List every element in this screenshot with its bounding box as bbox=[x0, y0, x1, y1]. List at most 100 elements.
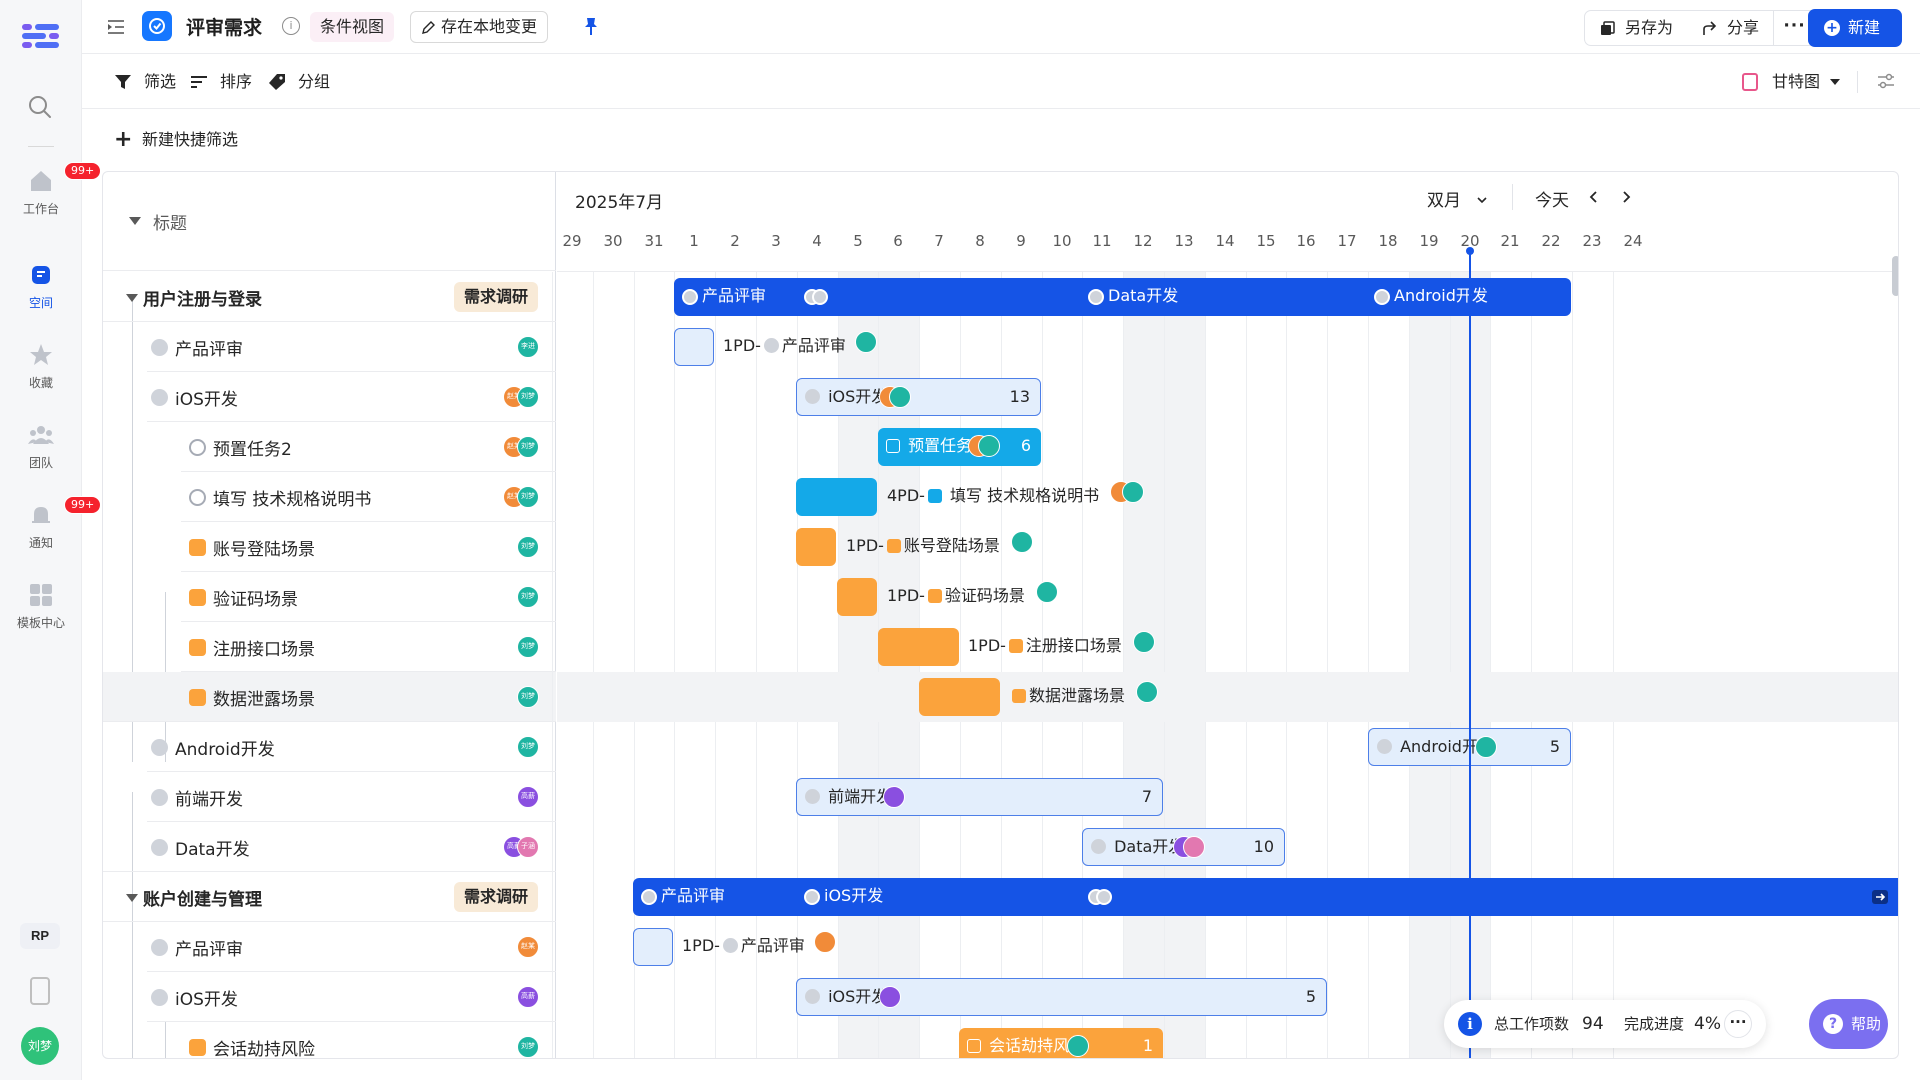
table-row[interactable]: iOS开发 高薪 bbox=[103, 972, 556, 1022]
info-icon[interactable]: i bbox=[282, 17, 300, 35]
avatar[interactable]: 刘梦 bbox=[517, 686, 539, 708]
avatar[interactable]: 高薪 bbox=[517, 986, 539, 1008]
task-bar[interactable]: iOS开发 13 bbox=[796, 378, 1041, 416]
new-item-button[interactable]: + 新建 bbox=[1808, 9, 1902, 47]
task-bar[interactable]: 会话劫持风险 1 bbox=[959, 1028, 1163, 1058]
task-bar[interactable] bbox=[796, 478, 877, 516]
avatar[interactable]: 刘梦 bbox=[517, 536, 539, 558]
status-icon[interactable] bbox=[151, 339, 168, 356]
collapse-group-icon[interactable] bbox=[126, 294, 138, 302]
status-icon[interactable] bbox=[151, 939, 168, 956]
avatar[interactable]: 赵某 bbox=[517, 936, 539, 958]
rail-item-templates[interactable]: 模板中心 bbox=[0, 582, 82, 631]
mobile-icon[interactable] bbox=[30, 977, 50, 1005]
total-items-value: 94 bbox=[1582, 1014, 1604, 1034]
avatar[interactable]: 高薪 bbox=[517, 786, 539, 808]
view-type-tag[interactable]: 条件视图 bbox=[310, 12, 395, 42]
pin-icon[interactable] bbox=[582, 16, 600, 36]
help-button[interactable]: ? 帮助 bbox=[1809, 999, 1888, 1049]
task-bar[interactable]: iOS开发 5 bbox=[796, 978, 1327, 1016]
share-button[interactable]: 分享 bbox=[1687, 11, 1773, 45]
status-icon[interactable] bbox=[189, 489, 206, 506]
group-button[interactable]: 分组 bbox=[268, 69, 330, 95]
search-icon[interactable] bbox=[27, 94, 53, 120]
status-icon[interactable] bbox=[151, 839, 168, 856]
avatar[interactable]: 刘梦 bbox=[517, 736, 539, 758]
group-summary-bar[interactable]: 产品评审 Data开发 Android开发 bbox=[674, 278, 1571, 316]
rail-item-space[interactable]: 空间 bbox=[0, 262, 82, 311]
status-icon[interactable] bbox=[189, 1039, 206, 1056]
avatar[interactable]: 刘梦 bbox=[517, 436, 539, 458]
avatar[interactable]: 李进 bbox=[517, 336, 539, 358]
predecessor-code: 1PD- bbox=[968, 636, 1006, 655]
table-row[interactable]: 账号登陆场景 刘梦 bbox=[103, 522, 556, 572]
group-summary-bar[interactable]: 产品评审 iOS开发 bbox=[633, 878, 1898, 916]
view-settings-icon[interactable] bbox=[1876, 71, 1896, 91]
status-icon[interactable] bbox=[151, 389, 168, 406]
avatar[interactable]: 子涵 bbox=[517, 836, 539, 858]
collapse-sidebar-icon[interactable] bbox=[106, 17, 126, 37]
task-bar[interactable] bbox=[796, 528, 836, 566]
today-button[interactable]: 今天 bbox=[1535, 186, 1569, 211]
task-bar[interactable]: 前端开发 7 bbox=[796, 778, 1163, 816]
table-row[interactable]: 预置任务2 赵某 刘梦 bbox=[103, 422, 556, 472]
new-quick-filter-button[interactable]: + 新建快捷筛选 bbox=[114, 129, 238, 151]
chevron-right-icon[interactable] bbox=[1620, 190, 1632, 204]
status-icon[interactable] bbox=[151, 989, 168, 1006]
arrow-right-icon[interactable] bbox=[1872, 890, 1888, 904]
status-icon[interactable] bbox=[151, 789, 168, 806]
rail-item-favorites[interactable]: 收藏 bbox=[0, 342, 82, 391]
status-icon[interactable] bbox=[189, 589, 206, 606]
avatar[interactable]: 刘梦 bbox=[517, 636, 539, 658]
app-logo-icon[interactable] bbox=[22, 22, 60, 50]
save-local-changes-button[interactable]: 存在本地变更 bbox=[410, 11, 549, 43]
avatar[interactable]: 刘梦 bbox=[517, 1036, 539, 1058]
avatar[interactable]: 刘梦 bbox=[517, 386, 539, 408]
filter-button[interactable]: 筛选 bbox=[114, 69, 176, 95]
table-row[interactable]: 会话劫持风险 刘梦 bbox=[103, 1022, 556, 1058]
time-range-selector[interactable]: 双月 bbox=[1427, 186, 1488, 211]
rail-item-notifications[interactable]: 99+ 通知 bbox=[0, 496, 102, 551]
rp-badge[interactable]: RP bbox=[20, 923, 60, 949]
table-row[interactable]: 填写 技术规格说明书 赵某 刘梦 bbox=[103, 472, 556, 522]
avatar[interactable]: 刘梦 bbox=[517, 486, 539, 508]
table-row[interactable]: Data开发 高薪 子涵 bbox=[103, 822, 556, 872]
status-icon[interactable] bbox=[151, 739, 168, 756]
status-icon[interactable] bbox=[189, 639, 206, 656]
collapse-group-icon[interactable] bbox=[126, 894, 138, 902]
task-bar[interactable]: Data开发 10 bbox=[1082, 828, 1285, 866]
rail-item-team[interactable]: 团队 bbox=[0, 422, 82, 471]
task-bar[interactable] bbox=[878, 628, 959, 666]
chevron-left-icon[interactable] bbox=[1588, 190, 1600, 204]
table-row[interactable]: 产品评审 赵某 bbox=[103, 922, 556, 972]
table-row[interactable]: 前端开发 高薪 bbox=[103, 772, 556, 822]
save-as-button[interactable]: 另存为 bbox=[1585, 11, 1687, 45]
avatar[interactable]: 刘梦 bbox=[517, 586, 539, 608]
table-row[interactable]: iOS开发 赵某 刘梦 bbox=[103, 372, 556, 422]
stats-more-button[interactable]: ··· bbox=[1724, 1010, 1752, 1038]
rail-item-label: 工作台 bbox=[22, 202, 59, 216]
task-bar[interactable] bbox=[919, 678, 1000, 716]
task-bar[interactable] bbox=[633, 928, 673, 966]
user-avatar[interactable]: 刘梦 bbox=[21, 1027, 59, 1065]
table-row[interactable]: 注册接口场景 刘梦 bbox=[103, 622, 556, 672]
group-row[interactable]: 账户创建与管理 需求调研 bbox=[103, 872, 556, 922]
table-row[interactable]: 验证码场景 刘梦 bbox=[103, 572, 556, 622]
vertical-scrollbar[interactable] bbox=[1892, 256, 1898, 296]
table-row[interactable]: Android开发 刘梦 bbox=[103, 722, 556, 772]
task-bar[interactable] bbox=[674, 328, 714, 366]
table-row-hovered[interactable]: 数据泄露场景 刘梦 bbox=[103, 672, 556, 722]
task-bar[interactable]: 预置任务2 6 bbox=[878, 428, 1041, 466]
group-row[interactable]: 用户注册与登录 需求调研 bbox=[103, 272, 556, 322]
table-row[interactable]: 产品评审 李进 bbox=[103, 322, 556, 372]
collapse-all-icon[interactable] bbox=[129, 217, 141, 225]
sort-button[interactable]: 排序 bbox=[190, 69, 252, 95]
today-marker-dot bbox=[1466, 247, 1474, 255]
status-icon[interactable] bbox=[189, 539, 206, 556]
status-icon[interactable] bbox=[189, 689, 206, 706]
task-bar[interactable] bbox=[837, 578, 877, 616]
milestone-dot bbox=[812, 289, 828, 305]
view-selector[interactable]: 甘特图 bbox=[1741, 69, 1840, 95]
rail-item-workbench[interactable]: 99+ 工作台 bbox=[0, 162, 102, 217]
status-icon[interactable] bbox=[189, 439, 206, 456]
